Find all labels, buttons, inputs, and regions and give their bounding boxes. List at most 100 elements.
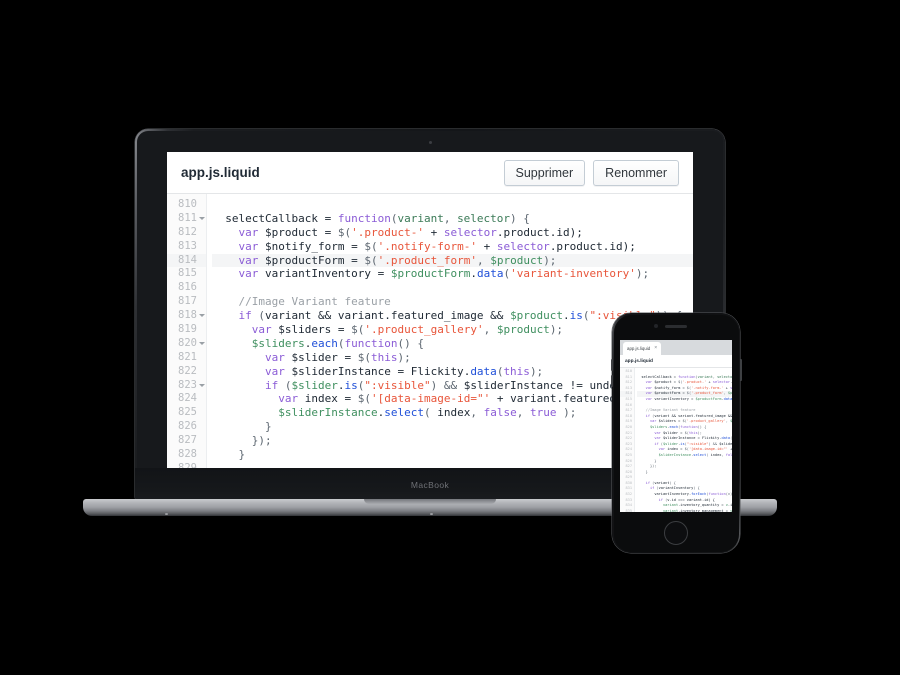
home-button[interactable] — [664, 521, 688, 545]
phone-browser-tab[interactable]: app.js.liquid × — [623, 342, 662, 355]
code-token: , — [516, 406, 530, 420]
code-token: $( — [337, 225, 352, 239]
code-token: $slider — [662, 430, 679, 435]
chevron-down-icon[interactable] — [199, 383, 205, 387]
phone-code-editor[interactable]: 810 811 812 813 814 815 816 817 818 819 820 821 822 8… — [620, 368, 732, 512]
code-token: variant — [697, 374, 713, 379]
code-token: = — [331, 323, 352, 337]
code-token: variant — [686, 497, 702, 502]
code-token: selectCallback — [641, 374, 672, 379]
phone-page-title: app.js.liquid — [625, 358, 653, 364]
code-token: Flickity — [410, 364, 464, 378]
code-token: $notify_form — [654, 385, 681, 390]
line-number: 822 — [178, 364, 197, 377]
code-token: selector — [730, 386, 732, 390]
code-token: .id) { — [701, 497, 715, 502]
code-token: , — [476, 253, 491, 267]
editor-header: app.js.liquid Supprimer Renommer — [167, 152, 693, 194]
code-line[interactable] — [212, 198, 693, 212]
phone-editor-header: app.js.liquid — [620, 355, 732, 368]
code-token: if — [264, 378, 279, 392]
code-token: var — [238, 225, 259, 239]
line-number: 823 — [167, 379, 206, 393]
code-token: selector — [496, 239, 550, 253]
front-camera-icon — [654, 324, 658, 328]
code-token: var — [238, 267, 259, 281]
line-number-gutter: 810 811 812 813 814 815 816 817 818 819 820 821 822 8… — [167, 194, 207, 468]
chevron-down-icon[interactable] — [199, 216, 205, 220]
code-line[interactable] — [212, 281, 693, 295]
code-token: variantInventory — [654, 492, 689, 497]
code-token: }); — [212, 434, 272, 448]
code-token: = — [317, 225, 338, 239]
line-number: 826 — [178, 420, 197, 433]
code-token: function — [680, 424, 698, 429]
line-number: 811 — [167, 212, 206, 226]
code-token: ) && — [430, 378, 464, 392]
code-token: $product — [510, 309, 564, 323]
base-foot-center — [430, 513, 433, 515]
line-number: 825 — [178, 406, 197, 419]
code-token: $sliderInstance — [278, 406, 378, 420]
code-token: ( — [582, 309, 590, 323]
phone-code-line[interactable]: var variantInventory = $productForm.data… — [637, 397, 732, 403]
code-line[interactable]: selectCallback = function(variant, selec… — [212, 212, 693, 226]
phone-browser-tabbar[interactable]: app.js.liquid × — [620, 340, 732, 355]
volume-down-button[interactable] — [610, 375, 613, 387]
phone-code-area[interactable]: selectCallback = function(variant, selec… — [635, 368, 732, 512]
code-token: + — [730, 447, 732, 452]
code-token: } — [212, 448, 246, 462]
code-token: $sliders — [658, 419, 676, 424]
laptop-brand-label: MacBook — [410, 479, 450, 490]
code-token: . — [470, 267, 477, 281]
code-token: selector — [712, 380, 731, 385]
code-token: ) && — [708, 441, 720, 446]
phone-tab-label: app.js.liquid — [627, 346, 651, 351]
code-line[interactable]: var variantInventory = $productForm.data… — [212, 267, 693, 281]
code-token: '.notify-form-' — [377, 239, 477, 253]
code-token: var — [251, 323, 272, 337]
volume-up-button[interactable] — [610, 359, 613, 371]
code-token: $product — [490, 253, 544, 267]
delete-button[interactable]: Supprimer — [503, 159, 586, 186]
chevron-down-icon[interactable] — [199, 314, 205, 318]
code-token: = — [390, 364, 411, 378]
code-line[interactable]: var $product = $('.product-' + selector.… — [212, 226, 693, 240]
code-line[interactable]: //Image Variant feature — [212, 295, 693, 309]
code-token: true — [529, 406, 557, 420]
code-line[interactable]: var $notify_form = $('.notify-form-' + s… — [212, 240, 693, 254]
rename-button[interactable]: Renommer — [593, 159, 679, 186]
code-token: $sliderInstance — [719, 441, 732, 446]
code-token: $product — [727, 391, 732, 396]
iphone-device: app.js.liquid × app.js.liquid 810 811 812 8… — [610, 313, 742, 553]
close-icon[interactable]: × — [654, 346, 657, 351]
code-token: $( — [364, 253, 378, 267]
code-token: .id === — [669, 497, 687, 502]
code-token: data — [723, 396, 732, 401]
code-line[interactable]: var $productForm = $('.product_form', $p… — [212, 253, 693, 268]
code-token: this — [503, 364, 530, 378]
code-token: '.product_gallery' — [686, 419, 726, 424]
page-title: app.js.liquid — [181, 165, 260, 180]
chevron-down-icon[interactable] — [199, 341, 205, 345]
code-token: variant — [662, 503, 679, 508]
line-number: 817 — [178, 295, 197, 308]
power-button[interactable] — [739, 359, 742, 381]
code-token: $slider — [291, 350, 338, 364]
phone-code-line[interactable]: variant.inventory_management = v.invento… — [637, 509, 732, 512]
code-token: Flickity — [701, 436, 720, 441]
